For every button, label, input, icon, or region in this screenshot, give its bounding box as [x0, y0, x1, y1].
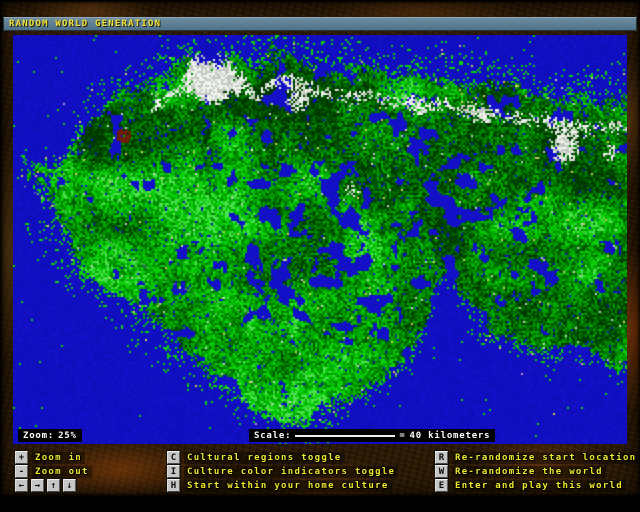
title-bar: RANDOM WORLD GENERATION	[3, 17, 637, 31]
scale-value: 40 kilometers	[410, 431, 491, 441]
legend-zoom-out-label: Zoom out	[32, 466, 92, 478]
world-map: Zoom: 25% Scale: = 40 kilometers	[13, 35, 627, 444]
legend-zoom-out: - Zoom out	[15, 465, 92, 478]
legend-enter-world-label: Enter and play this world	[452, 480, 626, 492]
legend-pan-keys: ← → ↑ ↓	[15, 479, 76, 492]
page-title: RANDOM WORLD GENERATION	[9, 19, 161, 29]
key-plus[interactable]: +	[15, 451, 28, 464]
key-pan-down-icon[interactable]: ↓	[63, 479, 76, 492]
zoom-value: 25%	[58, 431, 77, 441]
key-pan-up-icon[interactable]: ↑	[47, 479, 60, 492]
legend-zoom-in-label: Zoom in	[32, 452, 85, 464]
legend-rerandomize-world-label: Re-randomize the world	[452, 466, 606, 478]
key-c[interactable]: C	[167, 451, 180, 464]
legend-zoom-in: + Zoom in	[15, 451, 85, 464]
key-h[interactable]: H	[167, 479, 180, 492]
world-map-canvas	[13, 35, 627, 444]
zoom-label: Zoom:	[23, 431, 54, 441]
key-e[interactable]: E	[435, 479, 448, 492]
random-world-generation-screen: RANDOM WORLD GENERATION Zoom: 25% Scale:…	[0, 0, 640, 512]
scale-equals: =	[399, 431, 405, 441]
legend-rerandomize-world: W Re-randomize the world	[435, 465, 606, 478]
scale-label: Scale:	[254, 431, 291, 441]
legend-rerandomize-start-label: Re-randomize start location	[452, 452, 639, 464]
legend-home-culture: H Start within your home culture	[167, 479, 392, 492]
key-r[interactable]: R	[435, 451, 448, 464]
key-w[interactable]: W	[435, 465, 448, 478]
key-i[interactable]: I	[167, 465, 180, 478]
key-pan-right-icon[interactable]: →	[31, 479, 44, 492]
legend-cultural-regions-label: Cultural regions toggle	[184, 452, 345, 464]
legend-rerandomize-start: R Re-randomize start location	[435, 451, 639, 464]
legend-home-culture-label: Start within your home culture	[184, 480, 392, 492]
legend-enter-world: E Enter and play this world	[435, 479, 626, 492]
zoom-indicator: Zoom: 25%	[18, 429, 82, 442]
legend-culture-colors: I Culture color indicators toggle	[167, 465, 398, 478]
scale-line	[295, 435, 395, 437]
key-pan-left-icon[interactable]: ←	[15, 479, 28, 492]
scale-indicator: Scale: = 40 kilometers	[249, 429, 495, 442]
key-minus[interactable]: -	[15, 465, 28, 478]
legend-cultural-regions: C Cultural regions toggle	[167, 451, 345, 464]
legend-culture-colors-label: Culture color indicators toggle	[184, 466, 398, 478]
bottom-black-bar	[0, 497, 640, 512]
